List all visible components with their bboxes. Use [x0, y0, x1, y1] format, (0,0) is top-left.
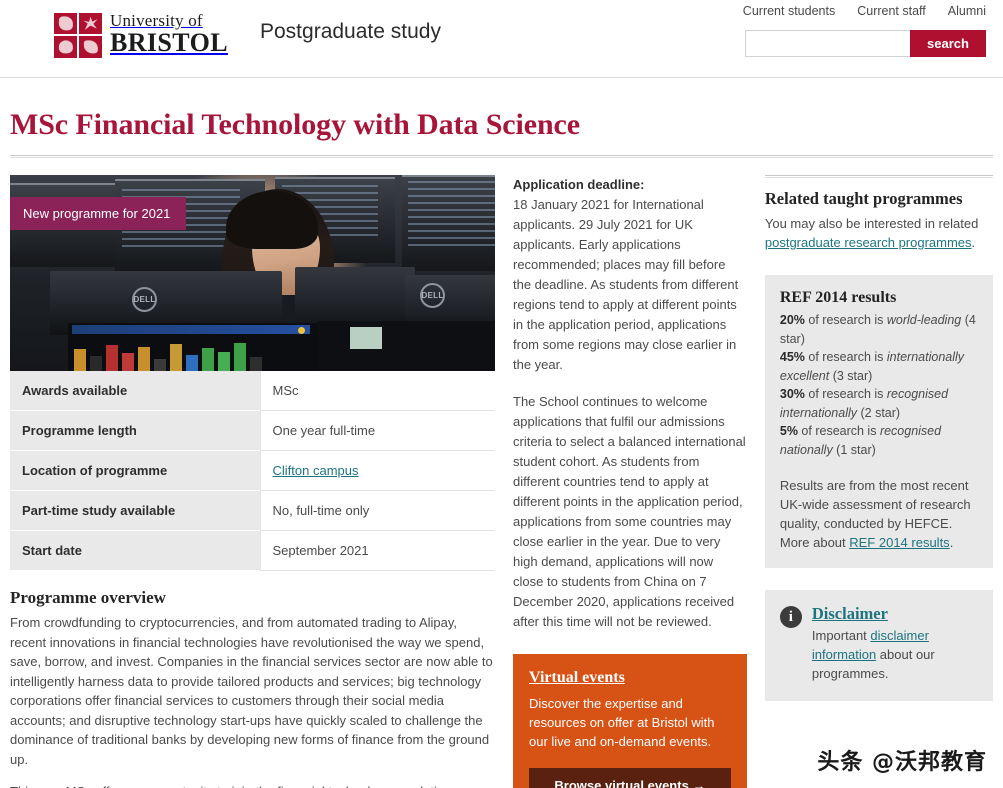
nav-alumni[interactable]: Alumni	[948, 4, 986, 18]
dell-logo-icon: DELL	[420, 283, 445, 308]
virtual-events-panel: Virtual events Discover the expertise an…	[513, 654, 747, 788]
ref-result-item: 20% of research is world-leading (4 star…	[780, 311, 978, 348]
programme-overview-heading: Programme overview	[10, 588, 166, 607]
programme-overview-paragraph-1: From crowdfunding to cryptocurrencies, a…	[10, 615, 493, 767]
related-text-after: .	[971, 235, 976, 250]
info-icon: i	[779, 606, 802, 628]
hero-chart-bars	[74, 341, 308, 371]
right-sidebar: Related taught programmes You may also b…	[764, 175, 993, 788]
site-header: University of BRISTOL Postgraduate study…	[0, 0, 1003, 78]
ref-pct: 5%	[779, 424, 798, 438]
fact-key: Part-time study available	[10, 490, 260, 531]
table-row: Programme length One year full-time	[10, 410, 495, 451]
virtual-events-title[interactable]: Virtual events	[529, 669, 731, 687]
fact-key: Location of programme	[10, 450, 260, 491]
virtual-events-body: Discover the expertise and resources on …	[529, 696, 715, 749]
watermark: 头条 @沃邦教育	[817, 750, 987, 775]
arrow-right-icon: →	[692, 778, 706, 788]
logo-line-1: University of	[110, 11, 203, 30]
ref-tail: (1 star)	[832, 442, 876, 457]
fact-value: One year full-time	[259, 410, 495, 451]
ref-pct: 30%	[779, 387, 805, 401]
table-row: Awards available MSc	[10, 371, 495, 411]
fact-value: MSc	[259, 371, 495, 411]
ref-tail: (3 star)	[829, 368, 873, 383]
page-title: MSc Financial Technology with Data Scien…	[10, 108, 580, 141]
left-column: DELL DELL New programme for 2021 Awards …	[10, 175, 495, 788]
browse-virtual-events-button[interactable]: Browse virtual events →	[529, 768, 731, 788]
related-programmes-title: Related taught programmes	[764, 189, 963, 208]
related-text-before: You may also be interested in related	[764, 216, 979, 231]
hero-image: DELL DELL New programme for 2021	[10, 175, 495, 371]
ref-mid: of research is	[804, 313, 887, 327]
main-content: DELL DELL New programme for 2021 Awards …	[0, 158, 1003, 788]
application-deadline-paragraph-2: The School continues to welcome applicat…	[513, 394, 746, 629]
fact-key: Programme length	[10, 410, 260, 451]
ref-em: world-leading	[886, 313, 962, 327]
fact-key: Awards available	[10, 371, 260, 411]
disclaimer-title[interactable]: Disclaimer	[812, 604, 978, 624]
fact-value: No, full-time only	[259, 490, 495, 531]
ref-results-panel: REF 2014 results 20% of research is worl…	[764, 275, 993, 568]
bristol-logo[interactable]: University of BRISTOL	[54, 12, 228, 58]
dell-logo-icon: DELL	[132, 287, 157, 312]
search-form: search	[745, 30, 986, 57]
ref-pct: 20%	[779, 313, 805, 327]
fact-key: Start date	[10, 530, 260, 571]
ref-note: Results are from the most recent UK-wide…	[780, 476, 978, 552]
ref-mid: of research is	[804, 350, 887, 364]
sidebar-divider	[764, 175, 993, 178]
postgraduate-research-link[interactable]: postgraduate research programmes	[765, 235, 972, 250]
utility-nav: Current students Current staff Alumni	[743, 4, 986, 18]
logo-line-2: BRISTOL	[110, 28, 228, 57]
search-input[interactable]	[745, 30, 910, 57]
new-programme-badge: New programme for 2021	[10, 197, 187, 230]
ref-mid: of research is	[797, 424, 880, 438]
disclaimer-text: Important disclaimer information about o…	[812, 626, 978, 683]
related-programmes-text: You may also be interested in related po…	[765, 214, 993, 252]
ref-2014-results-link[interactable]: REF 2014 results	[849, 535, 949, 550]
ref-note-after: .	[949, 535, 954, 550]
nav-current-students[interactable]: Current students	[743, 4, 835, 18]
programme-overview-paragraph-2: This new MSc offers an opportunity to jo…	[10, 782, 495, 788]
table-row: Location of programme Clifton campus	[10, 450, 495, 491]
ref-tail: (2 star)	[857, 405, 901, 420]
ref-results-title: REF 2014 results	[779, 289, 897, 306]
table-row: Start date September 2021	[10, 530, 495, 571]
bristol-crest-icon	[54, 12, 102, 58]
search-button[interactable]: search	[910, 30, 986, 57]
nav-current-staff[interactable]: Current staff	[857, 4, 926, 18]
key-facts-table: Awards available MSc Programme length On…	[10, 371, 495, 571]
fact-value: September 2021	[259, 530, 495, 571]
disclaimer-panel: i Disclaimer Important disclaimer inform…	[764, 590, 993, 701]
ref-pct: 45%	[779, 350, 805, 364]
site-section-title: Postgraduate study	[260, 20, 441, 43]
middle-column: Application deadline: 18 January 2021 fo…	[513, 175, 747, 788]
clifton-campus-link[interactable]: Clifton campus	[273, 463, 359, 478]
ref-result-item: 30% of research is recognised internatio…	[780, 385, 978, 422]
fact-value: Clifton campus	[259, 450, 495, 491]
disclaimer-text-before: Important	[811, 628, 871, 643]
browse-virtual-events-label: Browse virtual events	[554, 778, 689, 788]
application-deadline-paragraph-1: 18 January 2021 for International applic…	[513, 197, 739, 372]
ref-result-item: 45% of research is internationally excel…	[780, 348, 978, 385]
application-deadline-heading: Application deadline:	[513, 177, 645, 192]
ref-result-item: 5% of research is recognised nationally …	[780, 422, 978, 459]
ref-mid: of research is	[804, 387, 887, 401]
table-row: Part-time study available No, full-time …	[10, 490, 495, 531]
